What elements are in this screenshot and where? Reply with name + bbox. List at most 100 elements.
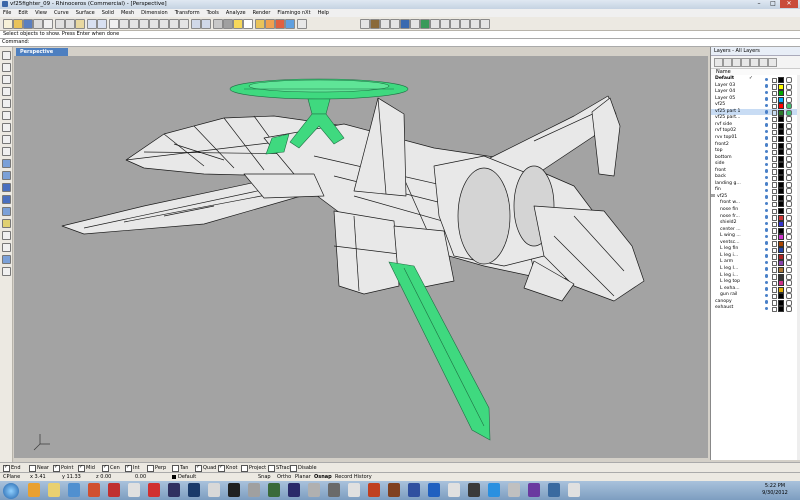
checkbox[interactable] xyxy=(3,464,10,472)
visibility-bulb-icon[interactable] xyxy=(765,300,768,304)
redo-icon[interactable] xyxy=(97,19,107,29)
app16-taskbar-icon[interactable] xyxy=(568,483,580,497)
visibility-bulb-icon[interactable] xyxy=(765,234,768,239)
checkbox[interactable] xyxy=(53,464,60,472)
rendered-icon[interactable] xyxy=(243,19,253,29)
lighting-icon[interactable] xyxy=(410,19,420,29)
visibility-bulb-icon[interactable] xyxy=(765,103,768,108)
visibility-bulb-icon[interactable] xyxy=(765,97,768,101)
checkbox[interactable] xyxy=(172,465,179,472)
menu-view[interactable]: View xyxy=(32,9,51,17)
visibility-bulb-icon[interactable] xyxy=(765,123,768,127)
checkbox[interactable] xyxy=(241,465,248,472)
lock-icon[interactable] xyxy=(772,306,777,313)
planar-toggle[interactable]: Planar xyxy=(295,474,311,481)
plants-icon[interactable] xyxy=(450,19,460,29)
command-input[interactable] xyxy=(35,40,45,45)
record-history-toggle[interactable]: Record History xyxy=(335,474,372,481)
new-sublayer-icon[interactable] xyxy=(723,58,732,67)
perspective-viewport[interactable] xyxy=(14,56,708,458)
app3-taskbar-icon[interactable] xyxy=(288,483,300,497)
maximize-viewport-icon[interactable] xyxy=(201,19,211,29)
app7-taskbar-icon[interactable] xyxy=(368,483,380,497)
taskbar-clock[interactable]: 5:22 PM 9/30/2012 xyxy=(755,483,795,497)
app13-taskbar-icon[interactable] xyxy=(508,483,520,497)
polygon-icon[interactable] xyxy=(2,135,11,144)
checkbox[interactable] xyxy=(218,464,225,472)
layer-row[interactable]: L leg I... xyxy=(711,266,797,273)
visibility-bulb-icon[interactable] xyxy=(765,267,768,271)
snap-toggle[interactable]: Snap xyxy=(258,474,271,481)
text-icon[interactable] xyxy=(2,147,11,156)
copy-icon[interactable] xyxy=(65,19,75,29)
app14-taskbar-icon[interactable] xyxy=(528,483,540,497)
visibility-bulb-icon[interactable] xyxy=(765,129,768,134)
menu-flamingo[interactable]: Flamingo nXt xyxy=(274,9,314,17)
start-button-icon[interactable] xyxy=(3,483,19,499)
menu-dimension[interactable]: Dimension xyxy=(138,9,172,17)
sketchbook-taskbar-icon[interactable] xyxy=(168,483,180,497)
skype-taskbar-icon[interactable] xyxy=(488,483,500,497)
visibility-bulb-icon[interactable] xyxy=(765,84,768,88)
visibility-bulb-icon[interactable] xyxy=(765,143,768,147)
arc-icon[interactable] xyxy=(2,111,11,120)
checkbox[interactable] xyxy=(29,465,36,472)
layer-tools-icon[interactable] xyxy=(768,58,777,67)
layer-row[interactable]: vf25 xyxy=(711,102,797,110)
menu-analyze[interactable]: Analyze xyxy=(223,9,250,17)
visibility-bulb-icon[interactable] xyxy=(765,254,768,258)
paste-icon[interactable] xyxy=(75,19,85,29)
app5-taskbar-icon[interactable] xyxy=(328,483,340,497)
visibility-bulb-icon[interactable] xyxy=(765,201,768,206)
fillet-icon[interactable] xyxy=(2,231,11,240)
visibility-bulb-icon[interactable] xyxy=(765,110,768,114)
menu-edit[interactable]: Edit xyxy=(15,9,32,17)
system-tray[interactable] xyxy=(618,486,678,496)
visibility-bulb-icon[interactable] xyxy=(765,274,768,278)
save-icon[interactable] xyxy=(23,19,33,29)
media-taskbar-icon[interactable] xyxy=(68,483,80,497)
close-button[interactable]: ✕ xyxy=(780,0,798,8)
rotate-view-icon[interactable] xyxy=(129,19,139,29)
app2-taskbar-icon[interactable] xyxy=(268,483,280,497)
app-taskbar-icon[interactable] xyxy=(88,483,100,497)
visibility-bulb-icon[interactable] xyxy=(765,162,768,167)
object-properties-icon[interactable] xyxy=(275,19,285,29)
menu-transform[interactable]: Transform xyxy=(172,9,204,17)
select-arrow-icon[interactable] xyxy=(2,51,11,60)
undo-view-icon[interactable] xyxy=(179,19,189,29)
layer-row[interactable]: L wing ... xyxy=(711,233,797,241)
move-up-icon[interactable] xyxy=(741,58,750,67)
app6-taskbar-icon[interactable] xyxy=(348,483,360,497)
material-icon[interactable] xyxy=(370,19,380,29)
visibility-bulb-icon[interactable] xyxy=(765,136,768,140)
menu-mesh[interactable]: Mesh xyxy=(118,9,138,17)
menu-solid[interactable]: Solid xyxy=(99,9,118,17)
visibility-bulb-icon[interactable] xyxy=(765,188,768,193)
editor-icon[interactable] xyxy=(480,19,490,29)
shaded-icon[interactable] xyxy=(233,19,243,29)
circle-icon[interactable] xyxy=(2,99,11,108)
visibility-bulb-icon[interactable] xyxy=(765,195,768,199)
menu-render[interactable]: Render xyxy=(250,9,275,17)
move-icon[interactable] xyxy=(2,255,11,264)
chrome-taskbar-icon[interactable] xyxy=(148,483,160,497)
dimension-icon[interactable] xyxy=(2,267,11,276)
zoom-window-icon[interactable] xyxy=(149,19,159,29)
visibility-bulb-icon[interactable] xyxy=(765,280,768,285)
polyline-icon[interactable] xyxy=(2,75,11,84)
collapse-icon[interactable]: ⊟ xyxy=(711,194,715,201)
render-settings-icon[interactable] xyxy=(390,19,400,29)
cplane-icon[interactable] xyxy=(213,19,223,29)
visibility-bulb-icon[interactable] xyxy=(765,306,768,311)
help-icon[interactable] xyxy=(297,19,307,29)
batch-render-icon[interactable] xyxy=(460,19,470,29)
firefox-taskbar-icon[interactable] xyxy=(28,483,40,497)
visibility-bulb-icon[interactable] xyxy=(765,215,768,219)
rectangle-icon[interactable] xyxy=(2,123,11,132)
layer-row[interactable]: rvv top01 xyxy=(711,135,797,142)
four-viewports-icon[interactable] xyxy=(191,19,201,29)
checkbox[interactable] xyxy=(195,464,202,472)
visibility-bulb-icon[interactable] xyxy=(765,241,768,245)
curve-icon[interactable] xyxy=(2,87,11,96)
